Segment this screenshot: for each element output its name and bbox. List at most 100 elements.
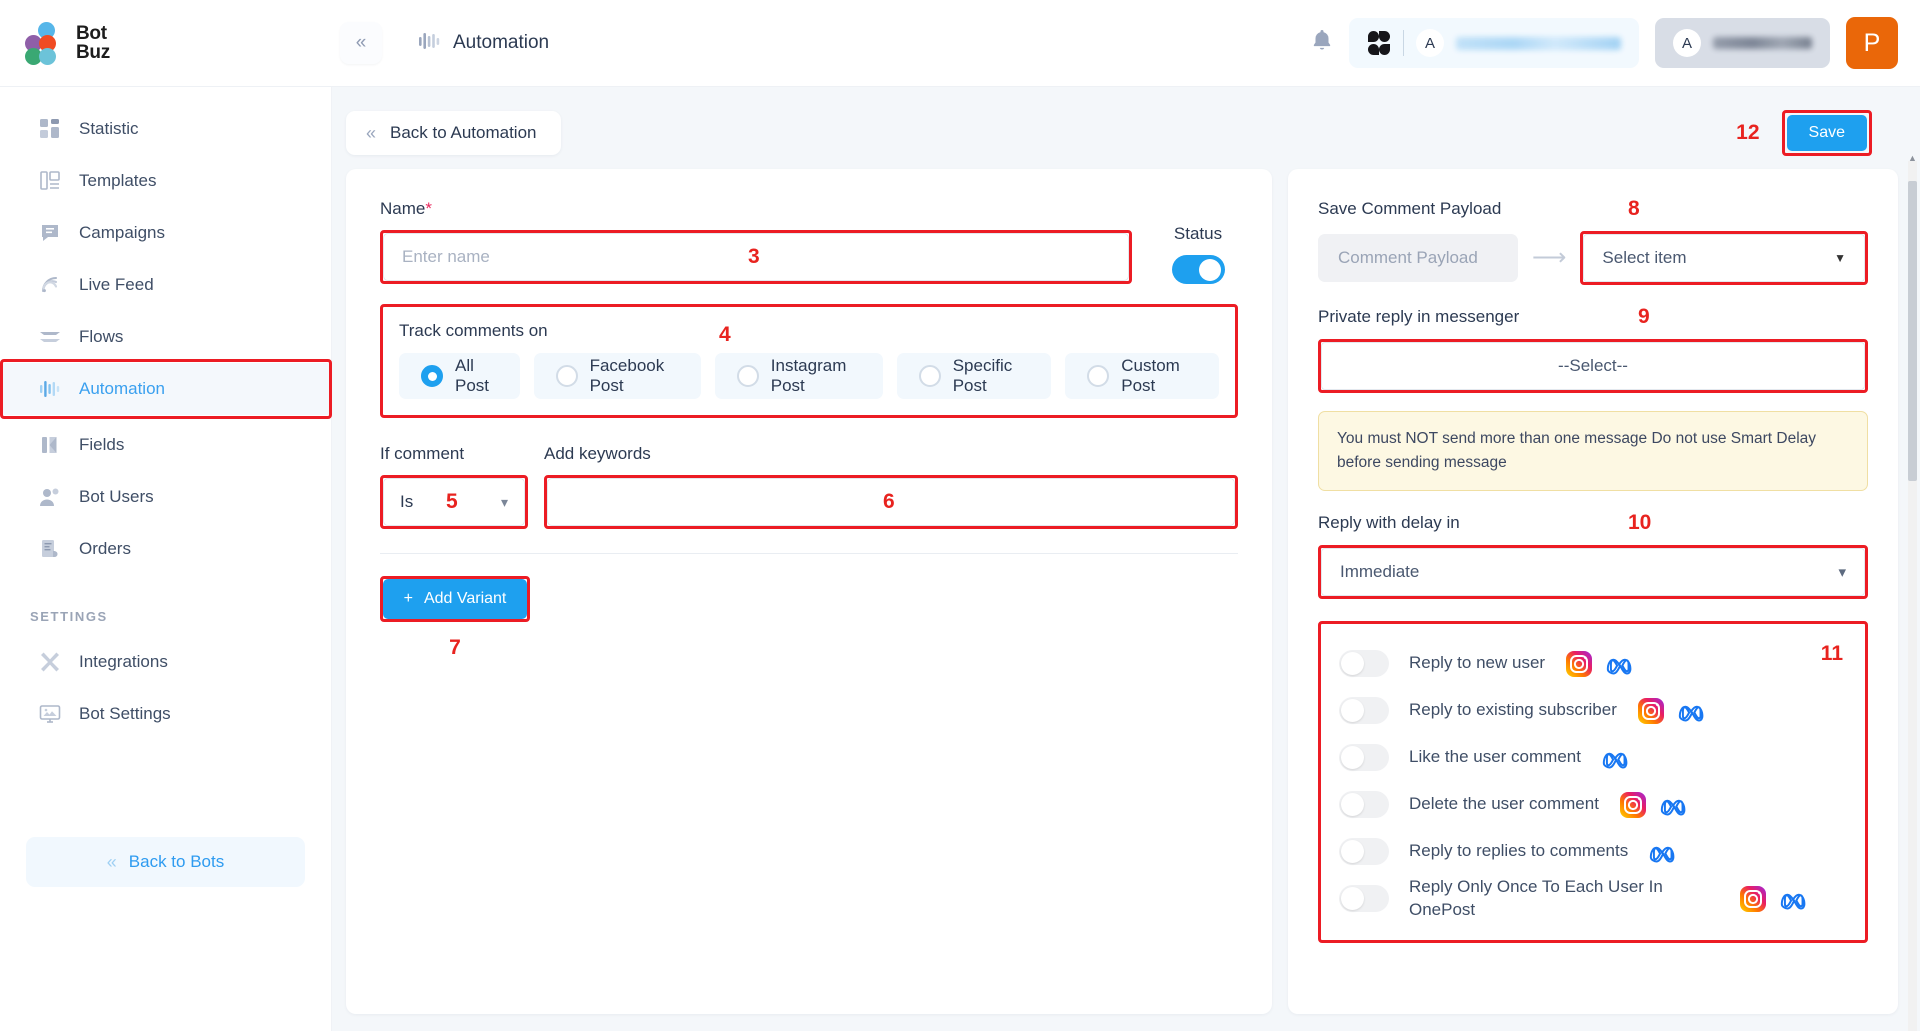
condition-row: If comment Is ▾ 5 Add keywords 6 — [380, 444, 1238, 529]
automation-form-panel: Name* 3 Status Trac — [346, 169, 1272, 1014]
meta-icon — [1779, 888, 1809, 910]
radio-label: Facebook Post — [589, 356, 665, 395]
save-button[interactable]: Save — [1786, 115, 1867, 151]
private-reply-select[interactable]: --Select-- — [1321, 342, 1865, 390]
scroll-up-arrow-icon[interactable]: ▲ — [1908, 153, 1917, 163]
sidebar-item-integrations[interactable]: Integrations — [0, 636, 331, 688]
sidebar-item-flows[interactable]: Flows — [0, 311, 331, 363]
toggle-row-delete-user-comment: Delete the user comment — [1339, 781, 1847, 828]
bot-selector[interactable]: A — [1349, 18, 1639, 68]
private-reply-label-row: Private reply in messenger 9 — [1318, 305, 1868, 339]
toggle-switch[interactable] — [1339, 697, 1389, 725]
toggle-switch[interactable] — [1339, 744, 1389, 772]
toggle-switch[interactable] — [1339, 885, 1389, 913]
radio-instagram-post[interactable]: Instagram Post — [714, 353, 883, 399]
chevron-double-left-icon: « — [355, 32, 367, 53]
radio-all-post[interactable]: All Post — [399, 353, 520, 399]
sidebar-item-label: Integrations — [79, 652, 168, 671]
if-comment-group: If comment Is ▾ 5 — [380, 444, 528, 529]
radio-specific-post[interactable]: Specific Post — [896, 353, 1052, 399]
plus-icon: + — [403, 590, 413, 607]
reply-settings-panel: Save Comment Payload 8 Comment Payload ⟶… — [1288, 169, 1898, 1014]
status-group: Status — [1158, 224, 1238, 284]
brand-name-line1: Bot — [76, 23, 107, 44]
toggle-label: Like the user comment — [1409, 747, 1581, 767]
back-to-automation-button[interactable]: « Back to Automation — [346, 111, 561, 155]
sidebar-item-bot-settings[interactable]: Bot Settings — [0, 688, 331, 740]
sidebar: Statistic Templates Campaigns Live Feed — [0, 87, 332, 1031]
sidebar-item-label: Bot Settings — [79, 704, 171, 723]
radio-label: Custom Post — [1121, 356, 1180, 395]
chevron-down-icon: ▾ — [500, 493, 508, 510]
sidebar-item-automation[interactable]: Automation — [0, 363, 331, 415]
toggle-switch[interactable] — [1339, 791, 1389, 819]
keywords-highlight: 6 — [544, 475, 1238, 529]
reply-actions-list: 11 Reply to new user Reply to existing s… — [1318, 621, 1868, 944]
back-to-bots-button[interactable]: « Back to Bots — [26, 837, 305, 887]
content-header-right: 12 Save — [1736, 110, 1898, 156]
step-marker-10: 10 — [1628, 511, 1652, 535]
track-comments-section: Track comments on 4 All Post Facebook Po… — [380, 304, 1238, 418]
bot-name-blurred — [1456, 36, 1621, 50]
sidebar-item-label: Automation — [79, 379, 165, 398]
orders-clipboard-icon — [38, 538, 62, 560]
arrow-right-icon: ⟶ — [1532, 244, 1567, 271]
sidebar-item-fields[interactable]: Fields — [0, 419, 331, 471]
scrollbar-thumb[interactable] — [1908, 181, 1917, 481]
profile-avatar[interactable]: P — [1846, 17, 1898, 69]
sidebar-item-label: Flows — [79, 327, 124, 346]
toggle-switch[interactable] — [1339, 838, 1389, 866]
sidebar-item-label: Orders — [79, 539, 131, 558]
signal-wave-icon — [38, 274, 62, 296]
toggle-row-reply-existing-subscriber: Reply to existing subscriber — [1339, 687, 1847, 734]
radio-custom-post[interactable]: Custom Post — [1065, 353, 1219, 399]
status-toggle[interactable] — [1171, 255, 1225, 284]
automation-bars-icon — [38, 378, 62, 400]
name-label: Name* — [380, 199, 1132, 219]
top-header: Bot Buz « Automation A A P — [0, 0, 1920, 87]
add-variant-highlight: + Add Variant — [380, 576, 530, 622]
sidebar-item-label: Templates — [79, 171, 157, 190]
radio-facebook-post[interactable]: Facebook Post — [533, 353, 701, 399]
flow-layers-icon — [38, 326, 62, 348]
header-right-group: A A P — [1311, 17, 1920, 69]
bot-avatar: A — [1416, 29, 1444, 57]
account-name-blurred — [1713, 37, 1812, 49]
content-scrollbar[interactable]: ▲ — [1908, 153, 1917, 1031]
if-comment-select[interactable]: Is ▾ — [383, 478, 525, 526]
chevron-down-icon: ▾ — [1838, 564, 1846, 582]
name-input[interactable] — [383, 233, 1129, 281]
if-comment-value: Is — [400, 492, 414, 511]
sidebar-item-campaigns[interactable]: Campaigns — [0, 207, 331, 259]
select-item-value: Select item — [1602, 248, 1687, 267]
keywords-input[interactable] — [547, 478, 1235, 526]
sidebar-item-live-feed[interactable]: Live Feed — [0, 259, 331, 311]
toggle-label: Reply Only Once To Each User In OnePost — [1409, 876, 1663, 919]
sidebar-item-label: Bot Users — [79, 487, 154, 506]
toggle-switch[interactable] — [1339, 650, 1389, 678]
sidebar-item-bot-users[interactable]: Bot Users — [0, 471, 331, 523]
brand-logo[interactable]: Bot Buz — [0, 20, 332, 66]
save-comment-payload-label: Save Comment Payload — [1318, 199, 1502, 218]
bell-icon[interactable] — [1311, 28, 1333, 58]
add-variant-button[interactable]: + Add Variant — [383, 579, 527, 619]
body-row: Statistic Templates Campaigns Live Feed — [0, 87, 1920, 1031]
platform-icons — [1601, 747, 1631, 769]
monitor-settings-icon — [38, 703, 62, 725]
reply-delay-label: Reply with delay in — [1318, 513, 1460, 533]
select-item-dropdown[interactable]: Select item ▼ — [1583, 234, 1865, 282]
sidebar-item-label: Campaigns — [79, 223, 165, 242]
back-to-bots-label: Back to Bots — [128, 852, 225, 871]
add-variant-label: Add Variant — [423, 590, 507, 607]
step-marker-9: 9 — [1638, 305, 1650, 328]
sidebar-item-orders[interactable]: Orders — [0, 523, 331, 575]
sidebar-settings-label: SETTINGS — [30, 609, 108, 624]
sidebar-item-statistic[interactable]: Statistic — [0, 103, 331, 155]
account-selector[interactable]: A — [1655, 18, 1830, 68]
platform-icons — [1565, 650, 1635, 678]
reply-delay-select[interactable]: Immediate ▾ — [1321, 548, 1865, 597]
delay-label-row: Reply with delay in 10 — [1318, 511, 1868, 545]
automation-bars-icon — [418, 31, 440, 56]
sidebar-item-templates[interactable]: Templates — [0, 155, 331, 207]
sidebar-collapse-button[interactable]: « — [340, 22, 382, 64]
